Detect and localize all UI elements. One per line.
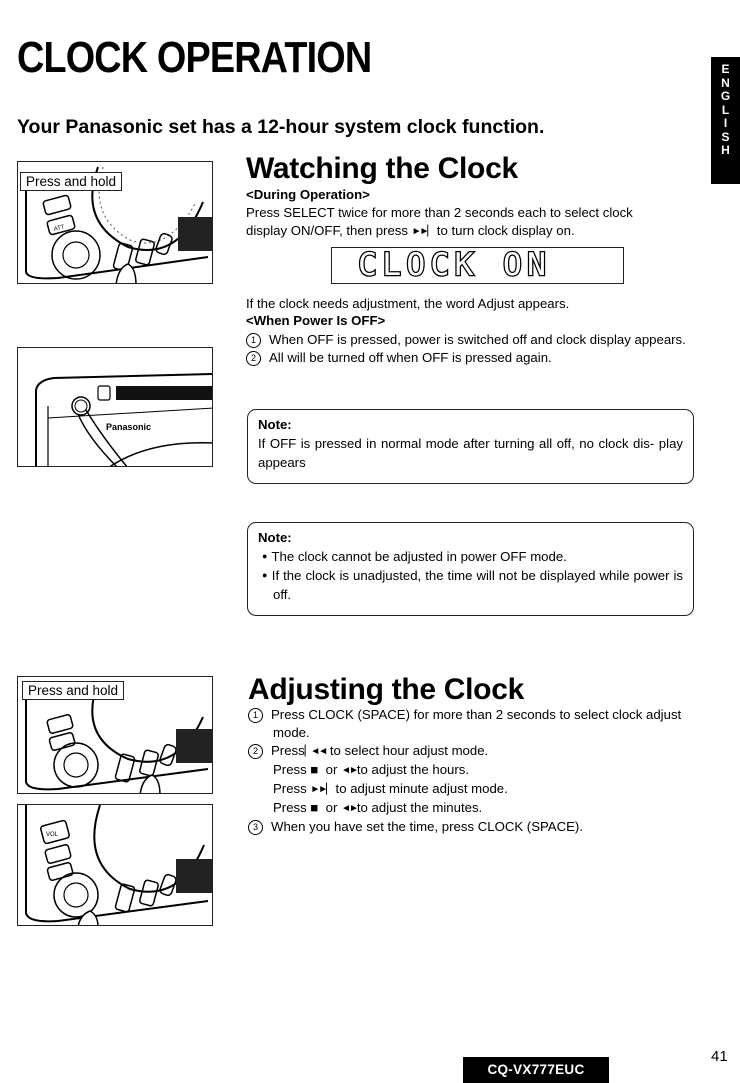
step-number-icon: 1 — [248, 708, 263, 723]
note-bullet: If the clock is unadjusted, the time wil… — [258, 566, 683, 604]
text-fragment: to turn clock display on. — [433, 223, 575, 238]
sub-line: Press ■ or ◄►to adjust the minutes. — [248, 799, 688, 818]
note-title: Note: — [258, 530, 292, 545]
vol-label: VOL — [46, 832, 59, 838]
step-number-icon: 2 — [248, 744, 263, 759]
text-fragment: or — [318, 800, 342, 815]
press-and-hold-callout: Press and hold — [22, 681, 125, 700]
text-fragment: to adjust the hours. — [356, 762, 470, 777]
note-bullet: The clock cannot be adjusted in power OF… — [258, 547, 683, 566]
note-title: Note: — [258, 417, 292, 432]
illustration-clock-button: ATT Press and hold — [17, 161, 213, 284]
text-line: display ON/OFF, then press ►►▏ to turn c… — [246, 222, 706, 241]
illustration-off-button: Panasonic — [17, 347, 213, 467]
lcd-display-text: CLOCK ON — [357, 246, 552, 284]
text-line: Press SELECT twice for more than 2 secon… — [246, 205, 633, 220]
section-heading-adjusting: Adjusting the Clock — [248, 673, 524, 706]
note-box: Note: If OFF is pressed in normal mode a… — [247, 409, 694, 484]
language-letter: G — [720, 89, 731, 103]
step-item: 2 Press▏◄◄ to select hour adjust mode. — [248, 742, 688, 761]
language-letter: S — [721, 129, 730, 144]
text-fragment: Press — [273, 762, 311, 777]
model-number: CQ-VX777EUC — [463, 1057, 609, 1083]
sub-line: Press ►►▏ to adjust minute adjust mode. — [248, 780, 688, 799]
text-fragment: Press — [273, 781, 311, 796]
page-title: CLOCK OPERATION — [17, 33, 372, 82]
language-tab: E N G L I S H — [711, 57, 740, 184]
text-fragment: or — [318, 762, 342, 777]
language-letter: L — [721, 102, 730, 117]
power-off-steps: 1 When OFF is pressed, power is switched … — [246, 331, 696, 367]
brand-label: Panasonic — [106, 422, 151, 432]
text-fragment: Press — [273, 800, 311, 815]
step-text: Press — [271, 743, 305, 758]
illustration-clock-space-button: Press and hold — [17, 676, 213, 794]
step-text: When OFF is pressed, power is switched o… — [269, 332, 686, 347]
play-reverse-icon: ◄► — [341, 803, 359, 814]
power-off-label: <When Power Is OFF> — [246, 313, 386, 328]
step-item: 2 All will be turned off when OFF is pres… — [246, 349, 696, 367]
step-number-icon: 3 — [248, 820, 263, 835]
step-item: 3 When you have set the time, press CLOCK… — [248, 818, 688, 836]
text-fragment: to adjust minute adjust mode. — [331, 781, 508, 796]
text-fragment: display ON/OFF, then press — [246, 223, 412, 238]
play-reverse-icon: ◄► — [341, 765, 359, 776]
note-text: If OFF is pressed in normal mode after t… — [258, 436, 683, 470]
step-number-icon: 1 — [246, 333, 261, 348]
step-item: 1 Press CLOCK (SPACE) for more than 2 sec… — [248, 706, 688, 742]
step-item: 1 When OFF is pressed, power is switched … — [246, 331, 696, 349]
step-text: to select hour adjust mode. — [326, 743, 489, 758]
press-and-hold-callout: Press and hold — [20, 172, 123, 191]
language-letter: H — [721, 143, 730, 157]
note-box: Note: The clock cannot be adjusted in po… — [247, 522, 694, 616]
during-operation-label: <During Operation> — [246, 187, 370, 202]
language-letter: E — [721, 62, 730, 76]
lcd-display: CLOCK ON — [331, 246, 624, 284]
text-fragment: to adjust the minutes. — [356, 800, 483, 815]
adjust-text: If the clock needs adjustment, the word … — [246, 296, 570, 311]
step-text: All will be turned off when OFF is press… — [269, 350, 552, 365]
language-letter: I — [723, 116, 728, 130]
sub-line: Press ■ or ◄►to adjust the hours. — [248, 761, 688, 780]
during-operation-text: Press SELECT twice for more than 2 secon… — [246, 204, 706, 241]
step-number-icon: 2 — [246, 351, 261, 366]
page-number: 41 — [711, 1048, 728, 1065]
car-stereo-off-drawing-icon: Panasonic — [35, 373, 212, 466]
illustration-tune-button: VOL — [17, 804, 213, 926]
next-track-icon: ►►▏ — [310, 784, 333, 795]
previous-track-icon: ▏◄◄ — [304, 746, 328, 757]
car-stereo-vol-drawing-icon: VOL — [25, 805, 212, 925]
page-subtitle: Your Panasonic set has a 12-hour system … — [17, 116, 545, 138]
language-letter: N — [721, 75, 730, 90]
next-track-icon: ►►▏ — [411, 226, 435, 237]
step-text: Press CLOCK (SPACE) for more than 2 seco… — [271, 707, 682, 740]
adjust-steps: 1 Press CLOCK (SPACE) for more than 2 sec… — [248, 706, 688, 836]
section-heading-watching: Watching the Clock — [246, 152, 518, 185]
step-text: When you have set the time, press CLOCK … — [271, 819, 583, 834]
